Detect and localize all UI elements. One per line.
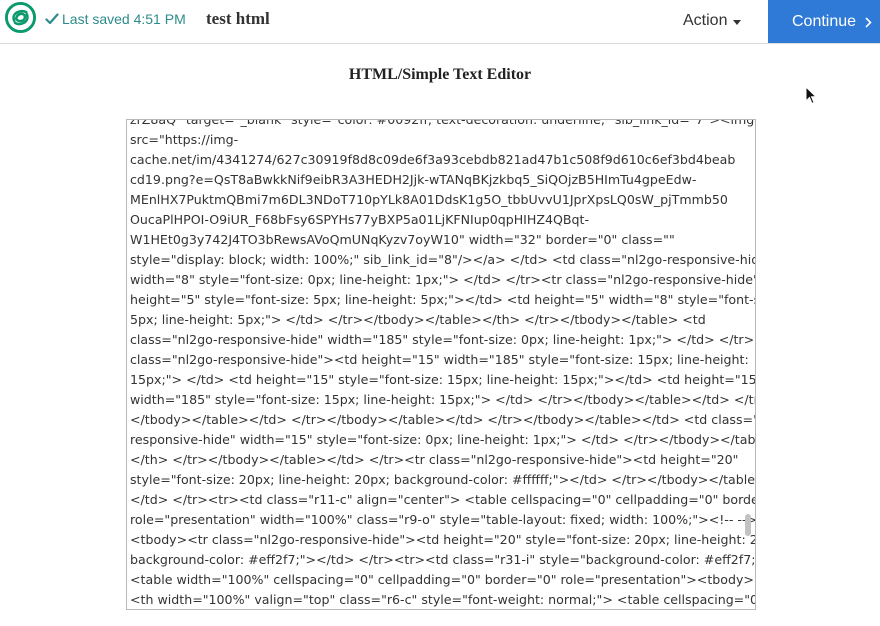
editor-line: role="presentation" width="100%" class="…	[130, 512, 756, 527]
action-dropdown[interactable]: Action	[683, 12, 742, 30]
sendinblue-logo-icon[interactable]	[4, 1, 37, 34]
editor-line: class="nl2go-responsive-hide"><td height…	[130, 352, 749, 367]
editor-content: zrZ8aQ" target="_blank" style="color: #0…	[130, 119, 756, 609]
editor-line: cache.net/im/4341274/627c30919f8d8c09de6…	[130, 152, 736, 167]
editor-line: width="185" style="font-size: 15px; line…	[130, 392, 756, 407]
editor-line: style="font-size: 20px; line-height: 20p…	[130, 472, 756, 487]
editor-line: W1HEt0g3y742J4TO3bRewsAVoQmUNqKyzv7oyW10…	[130, 232, 675, 247]
mouse-pointer-icon	[805, 86, 817, 105]
html-editor-textarea[interactable]: zrZ8aQ" target="_blank" style="color: #0…	[126, 119, 756, 610]
editor-line: class="nl2go-responsive-hide" width="185…	[130, 332, 756, 347]
editor-line: style="display: block; width: 100%;" sib…	[130, 252, 756, 267]
editor-line: src="https://img-	[130, 132, 239, 147]
top-bar: Last saved 4:51 PM test html Action Cont…	[0, 0, 880, 44]
editor-line: 15px;"> </td> <td height="15" style="fon…	[130, 372, 756, 387]
editor-line: background-color: #eff2f7;"></td> </tr><…	[130, 552, 756, 567]
editor-line: </td> </tr><tr><td class="r11-c" align="…	[130, 492, 756, 507]
continue-label: Continue	[792, 12, 857, 30]
editor-line: <th width="100%" valign="top" class="r6-…	[130, 592, 756, 607]
editor-line: <table width="100%" cellspacing="0" cell…	[130, 572, 756, 587]
continue-button[interactable]: Continue	[768, 0, 880, 43]
editor-line: <tbody><tr class="nl2go-responsive-hide"…	[130, 532, 756, 547]
document-title[interactable]: test html	[206, 9, 270, 29]
chevron-right-icon	[865, 16, 872, 28]
editor-line: height="5" style="font-size: 5px; line-h…	[130, 292, 756, 307]
save-status-text: Last saved 4:51 PM	[62, 11, 186, 27]
editor-line: zrZ8aQ" target="_blank" style="color: #0…	[130, 119, 755, 127]
editor-line: responsive-hide" width="15" style="font-…	[130, 432, 756, 447]
editor-line: MEnlHX7PuktmQBmi7m6DL3NDoT710pYLk8A01Dds…	[130, 192, 728, 207]
check-icon	[45, 13, 59, 25]
scrollbar-thumb[interactable]	[745, 514, 751, 536]
editor-line: width="8" style="font-size: 0px; line-he…	[130, 272, 756, 287]
editor-line: 5px; line-height: 5px;"> </td> </tr></tb…	[130, 312, 706, 327]
editor-line: </th> </tr></tbody></table></td> </tr><t…	[130, 452, 739, 467]
save-status: Last saved 4:51 PM	[45, 11, 186, 27]
caret-down-icon	[733, 19, 742, 25]
editor-line: OucaPlHPOI-O9iUR_F68bFsy6SPYHs77yBXP5a01…	[130, 212, 590, 227]
editor-heading: HTML/Simple Text Editor	[348, 66, 532, 83]
action-label: Action	[683, 12, 728, 29]
editor-line: cd19.png?e=QsT8aBwkkNif9eibR3A3HEDH2Jjk-…	[130, 172, 697, 187]
editor-scrollbar[interactable]	[742, 120, 752, 609]
editor-line: </tbody></table></td> </tr></tbody></tab…	[130, 412, 756, 427]
